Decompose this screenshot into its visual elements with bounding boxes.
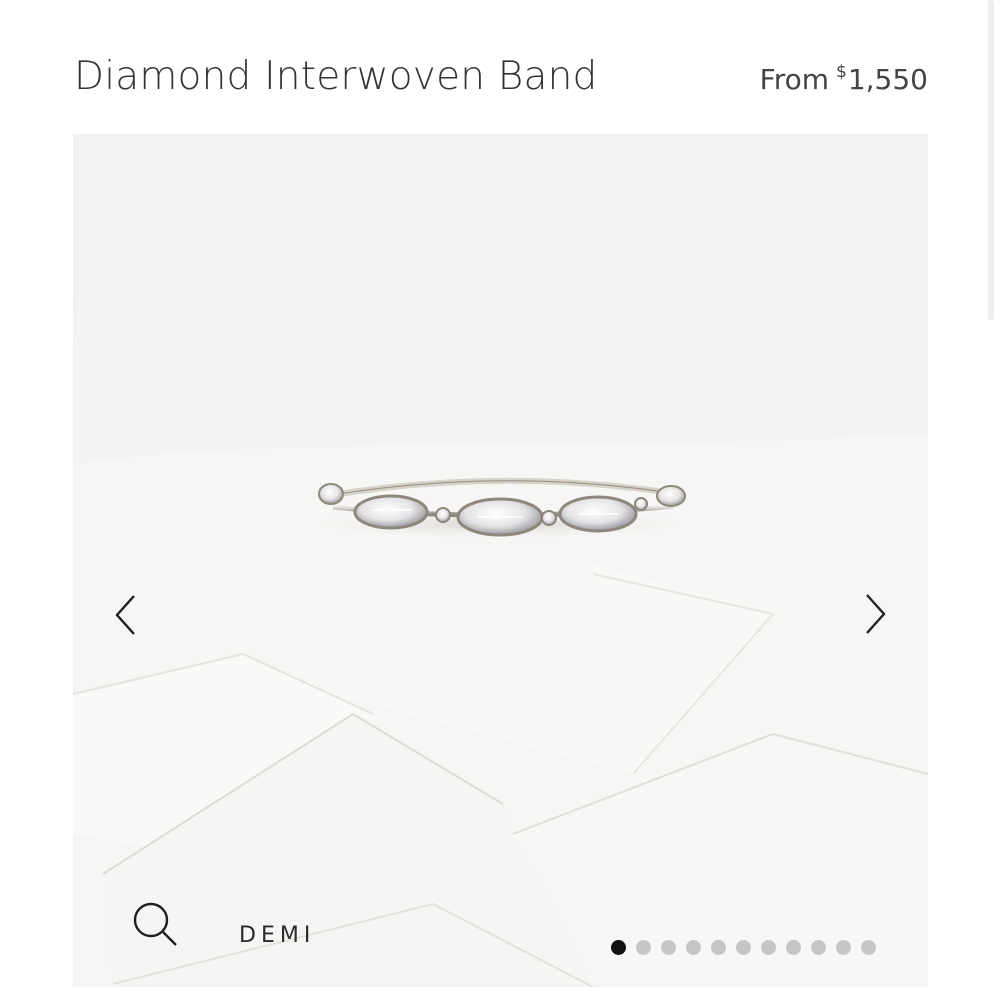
price-value: 1,550 <box>847 63 928 96</box>
collection-badge: DEMI <box>239 923 316 948</box>
slide-indicator <box>611 937 876 957</box>
slide-dot[interactable] <box>711 939 726 955</box>
product-price: From $1,550 <box>760 62 928 96</box>
zoom-button[interactable] <box>129 900 181 950</box>
price-prefix: From <box>759 63 829 96</box>
slide-dot[interactable] <box>861 939 876 955</box>
previous-slide-button[interactable] <box>101 589 151 639</box>
slide-dot[interactable] <box>761 939 776 955</box>
slide-dot[interactable] <box>661 939 676 955</box>
slide-dot[interactable] <box>636 939 651 955</box>
chevron-right-icon <box>866 594 886 634</box>
chevron-left-icon <box>115 595 135 635</box>
slide-dot[interactable] <box>686 939 701 955</box>
slide-dot[interactable] <box>611 939 626 955</box>
next-slide-button[interactable] <box>850 589 900 639</box>
slide-dot[interactable] <box>736 939 751 955</box>
product-title: Diamond Interwoven Band <box>74 54 598 99</box>
price-currency: $ <box>836 62 847 82</box>
scrollbar[interactable] <box>988 0 994 320</box>
slide-dot[interactable] <box>811 939 826 955</box>
product-page: Diamond Interwoven Band From $1,550 DEMI <box>0 0 1000 1000</box>
ring-product-image <box>73 434 928 987</box>
product-image-gallery[interactable]: DEMI <box>73 134 928 987</box>
search-icon <box>133 902 177 946</box>
slide-dot[interactable] <box>786 939 801 955</box>
product-header: Diamond Interwoven Band From $1,550 <box>74 52 928 112</box>
slide-dot[interactable] <box>836 939 851 955</box>
